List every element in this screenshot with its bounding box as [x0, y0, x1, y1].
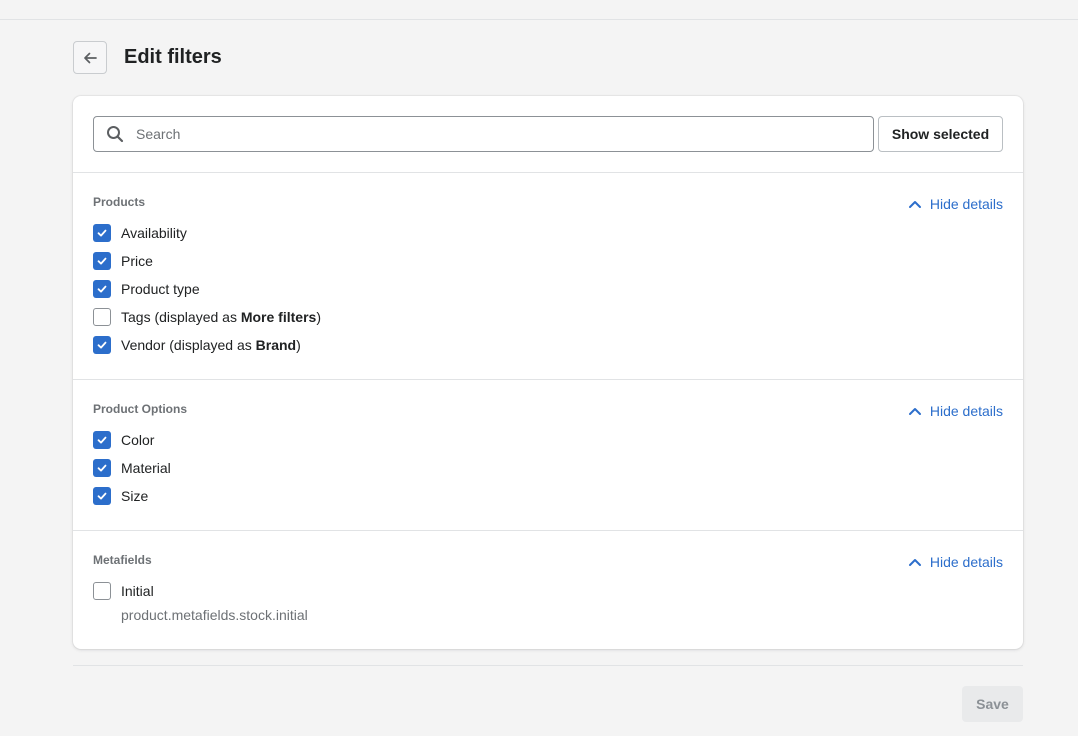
arrow-left-icon [84, 52, 97, 63]
section-title-metafields: Metafields [93, 553, 152, 567]
label-bold: More filters [240, 309, 317, 325]
filter-label: Product type [121, 281, 200, 297]
checkbox-checked[interactable] [93, 336, 111, 354]
save-button[interactable]: Save [962, 686, 1023, 722]
filter-size[interactable]: Size [93, 487, 148, 505]
filter-label: Availability [121, 225, 187, 241]
back-button[interactable] [73, 41, 107, 74]
metafield-key: product.metafields.stock.initial [121, 607, 308, 623]
filter-label: Size [121, 488, 149, 504]
label-suffix: ) [316, 309, 321, 325]
filters-card: Show selected Products Hide details Avai… [73, 96, 1023, 649]
label-prefix: Tags (displayed as [121, 309, 241, 325]
filter-price[interactable]: Price [93, 252, 153, 270]
hide-details-metafields[interactable]: Hide details [908, 554, 1003, 570]
check-icon [97, 436, 107, 444]
filter-availability[interactable]: Availability [93, 224, 187, 242]
show-selected-button[interactable]: Show selected [878, 116, 1003, 152]
check-icon [97, 492, 107, 500]
label-bold: Brand [255, 337, 297, 353]
filter-vendor[interactable]: Vendor (displayed as Brand) [93, 336, 301, 354]
label-prefix: Vendor (displayed as [121, 337, 256, 353]
check-icon [97, 229, 107, 237]
checkbox-checked[interactable] [93, 487, 111, 505]
chevron-up-icon [908, 408, 921, 415]
section-divider [73, 379, 1023, 380]
check-icon [97, 257, 107, 265]
hide-details-product-options[interactable]: Hide details [908, 403, 1003, 419]
filter-label: Color [121, 432, 155, 448]
filter-material[interactable]: Material [93, 459, 171, 477]
search-input[interactable] [134, 125, 838, 143]
filter-label: Vendor (displayed as Brand) [121, 337, 301, 353]
checkbox-checked[interactable] [93, 224, 111, 242]
hide-details-products[interactable]: Hide details [908, 196, 1003, 212]
filter-tags[interactable]: Tags (displayed as More filters) [93, 308, 321, 326]
search-icon [107, 126, 124, 143]
hide-details-label: Hide details [929, 403, 1003, 419]
hide-details-label: Hide details [929, 196, 1003, 212]
filter-label: Material [121, 460, 171, 476]
checkbox-unchecked[interactable] [93, 582, 111, 600]
section-divider [73, 530, 1023, 531]
checkbox-checked[interactable] [93, 459, 111, 477]
checkbox-unchecked[interactable] [93, 308, 111, 326]
filter-label: Initial [121, 583, 154, 599]
topbar-divider [0, 19, 1078, 20]
checkbox-checked[interactable] [93, 280, 111, 298]
label-suffix: ) [296, 337, 301, 353]
filter-label: Tags (displayed as More filters) [121, 309, 321, 325]
footer-divider [73, 665, 1023, 666]
search-box[interactable] [93, 116, 874, 152]
filter-product-type[interactable]: Product type [93, 280, 200, 298]
chevron-up-icon [908, 201, 921, 208]
page-header: Edit filters [73, 41, 222, 74]
filter-label: Price [121, 253, 153, 269]
checkbox-checked[interactable] [93, 431, 111, 449]
check-icon [97, 464, 107, 472]
section-title-product-options: Product Options [93, 402, 187, 416]
checkbox-checked[interactable] [93, 252, 111, 270]
chevron-up-icon [908, 559, 921, 566]
section-divider [73, 172, 1023, 173]
filter-initial[interactable]: Initial [93, 582, 154, 600]
search-row: Show selected [93, 116, 1003, 152]
hide-details-label: Hide details [929, 554, 1003, 570]
section-title-products: Products [93, 195, 146, 209]
check-icon [97, 341, 107, 349]
page-title: Edit filters [124, 46, 222, 68]
check-icon [97, 285, 107, 293]
filter-color[interactable]: Color [93, 431, 154, 449]
